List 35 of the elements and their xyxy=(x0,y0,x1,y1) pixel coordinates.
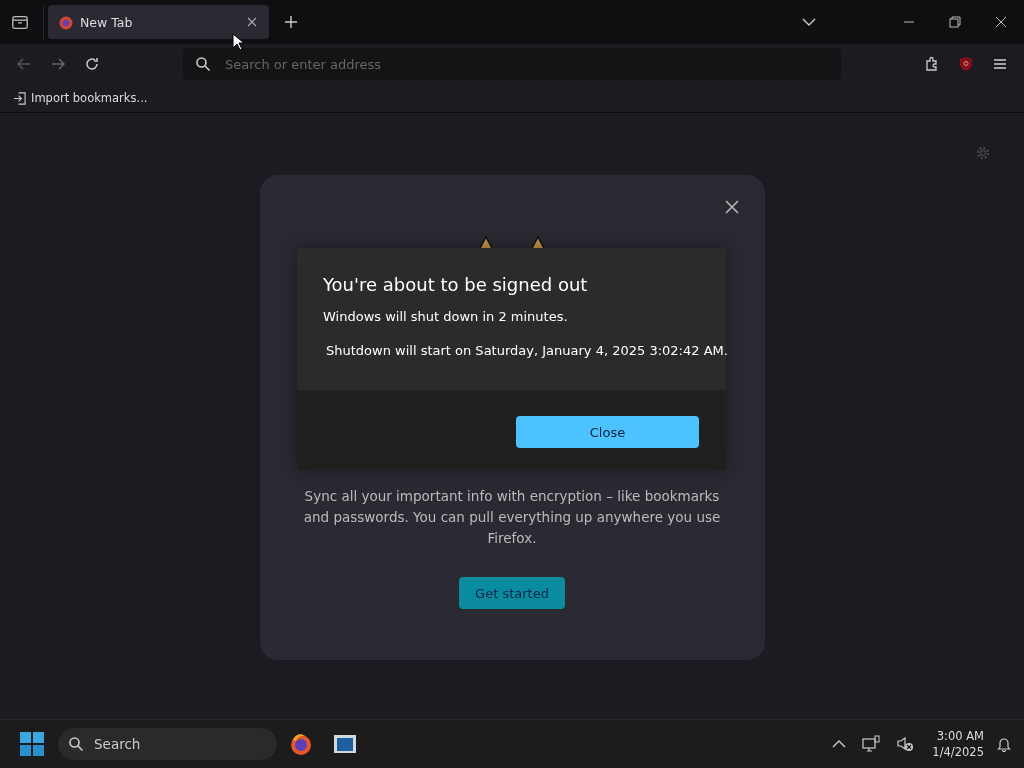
dialog-message: Windows will shut down in 2 minutes. xyxy=(323,309,569,324)
sync-description: Sync all your important info with encryption – like bookmarks and passwords. You can pull everything up anywhere you use Firefox. xyxy=(302,487,722,548)
restore-icon[interactable] xyxy=(949,16,961,28)
window-app-icon[interactable] xyxy=(333,732,357,756)
tab-title: New Tab xyxy=(80,14,134,30)
reload-icon[interactable] xyxy=(84,56,100,72)
import-icon xyxy=(13,91,26,105)
menu-icon[interactable] xyxy=(992,56,1008,72)
get-started-button[interactable]: Get started xyxy=(459,577,565,609)
tab-list-icon[interactable] xyxy=(11,13,29,31)
address-bar[interactable]: Search or enter address xyxy=(183,48,841,80)
shield-icon[interactable] xyxy=(958,56,974,72)
close-button[interactable]: Close xyxy=(516,416,699,448)
forward-icon[interactable] xyxy=(50,56,66,72)
browser-tab[interactable]: New Tab xyxy=(48,5,269,39)
notification-bell-icon[interactable] xyxy=(996,736,1012,752)
browser-logo-icon xyxy=(58,14,74,30)
mouse-pointer-icon xyxy=(232,33,244,51)
close-icon[interactable] xyxy=(724,200,739,214)
chevron-up-icon[interactable] xyxy=(832,739,847,749)
windows-start-icon[interactable] xyxy=(20,732,44,756)
taskbar-search-field[interactable]: Search xyxy=(58,728,277,760)
import-bookmarks-link[interactable]: Import bookmarks... xyxy=(13,91,148,105)
dialog-title: You're about to be signed out xyxy=(323,274,589,295)
dialog-detail: Shutdown will start on Saturday, January 4, 2025 3:02:42 AM. xyxy=(326,343,726,358)
clock-date[interactable]: 1/4/2025 xyxy=(932,744,984,760)
network-icon[interactable] xyxy=(862,735,881,753)
muted-speaker-icon[interactable] xyxy=(896,735,915,753)
chevron-down-icon[interactable] xyxy=(802,17,816,27)
clock-time[interactable]: 3:00 AM xyxy=(936,728,984,744)
browser-app-icon[interactable] xyxy=(289,732,313,756)
close-tab-icon[interactable] xyxy=(247,17,257,27)
puzzle-piece-icon[interactable] xyxy=(924,56,940,72)
close-icon[interactable] xyxy=(995,16,1007,28)
new-tab-icon[interactable] xyxy=(284,15,298,29)
